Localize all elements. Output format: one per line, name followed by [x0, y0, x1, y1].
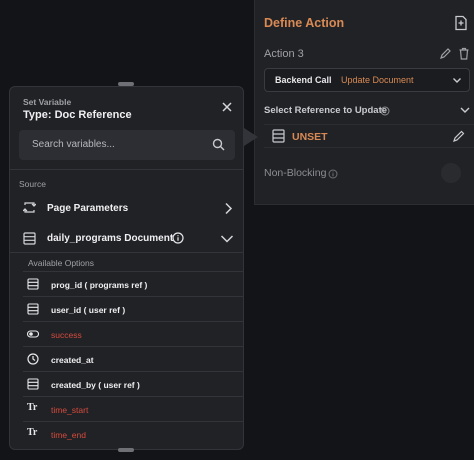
document-add-icon[interactable] — [453, 15, 469, 31]
set-variable-panel: Set Variable Type: Doc Reference Search … — [9, 86, 244, 450]
text-type-icon: Tr — [27, 427, 38, 438]
option-label: created_by ( user ref ) — [51, 380, 140, 390]
option-time-end[interactable]: Tr time_end — [23, 421, 243, 446]
chevron-down-icon[interactable] — [459, 104, 471, 116]
search-icon — [212, 138, 225, 151]
option-label: success — [51, 330, 82, 340]
option-user-id[interactable]: user_id ( user ref ) — [23, 296, 243, 321]
clock-icon — [27, 353, 39, 365]
chevron-right-icon — [225, 202, 233, 215]
close-icon[interactable] — [221, 101, 233, 113]
table-icon — [272, 129, 285, 143]
option-created-by[interactable]: created_by ( user ref ) — [23, 371, 243, 396]
non-blocking-toggle[interactable] — [441, 163, 461, 183]
option-prog-id[interactable]: prog_id ( programs ref ) — [23, 271, 243, 296]
define-action-panel: Define Action Action 3 Backend Call Upda… — [254, 0, 474, 205]
table-icon — [27, 303, 39, 315]
cycle-icon — [23, 202, 36, 213]
backend-call-dropdown[interactable]: Backend Call Update Document — [264, 68, 470, 92]
option-label: time_start — [51, 405, 89, 415]
option-label: prog_id ( programs ref ) — [51, 280, 148, 290]
panel-subtitle: Set Variable — [23, 97, 72, 107]
option-time-start[interactable]: Tr time_start — [23, 396, 243, 421]
non-blocking-label: Non-Blocking — [264, 167, 327, 179]
info-icon[interactable] — [380, 106, 390, 116]
call-type-label: Backend Call — [275, 75, 332, 85]
reference-value-row[interactable]: UNSET — [264, 124, 474, 148]
text-type-icon: Tr — [27, 402, 38, 413]
search-placeholder: Search variables... — [32, 139, 115, 150]
option-label: user_id ( user ref ) — [51, 305, 126, 315]
edit-icon[interactable] — [452, 129, 466, 143]
table-icon — [27, 378, 39, 390]
option-success[interactable]: success — [23, 321, 243, 346]
table-icon — [23, 232, 36, 245]
connector-arrow — [244, 128, 258, 146]
unset-value: UNSET — [292, 131, 328, 143]
edit-icon[interactable] — [439, 47, 452, 60]
drag-handle-bottom[interactable] — [118, 448, 134, 452]
option-label: time_end — [51, 430, 86, 440]
trash-icon[interactable] — [458, 47, 470, 60]
table-icon — [27, 278, 39, 290]
option-created-at[interactable]: created_at — [23, 346, 243, 371]
panel-title: Type: Doc Reference — [23, 109, 132, 121]
page-parameters-label: Page Parameters — [47, 203, 129, 214]
select-reference-label: Select Reference to Update — [264, 105, 388, 116]
search-variables-input[interactable]: Search variables... — [19, 130, 235, 160]
document-row[interactable]: daily_programs Document — [10, 227, 243, 249]
divider — [10, 169, 243, 170]
page-parameters-row[interactable]: Page Parameters — [10, 197, 243, 219]
divider — [10, 252, 243, 253]
call-value-label: Update Document — [341, 75, 414, 85]
option-label: created_at — [51, 355, 94, 365]
info-icon[interactable] — [172, 232, 184, 244]
chevron-down-icon — [453, 78, 461, 83]
info-icon[interactable] — [328, 169, 338, 179]
available-options-label: Available Options — [28, 258, 94, 268]
action-name-label: Action 3 — [264, 48, 304, 60]
options-list: prog_id ( programs ref ) user_id ( user … — [23, 271, 243, 446]
toggle-icon — [27, 330, 39, 338]
define-action-title: Define Action — [264, 16, 345, 30]
source-section-label: Source — [19, 179, 46, 189]
chevron-down-icon — [220, 235, 234, 243]
document-label: daily_programs Document — [47, 233, 174, 244]
